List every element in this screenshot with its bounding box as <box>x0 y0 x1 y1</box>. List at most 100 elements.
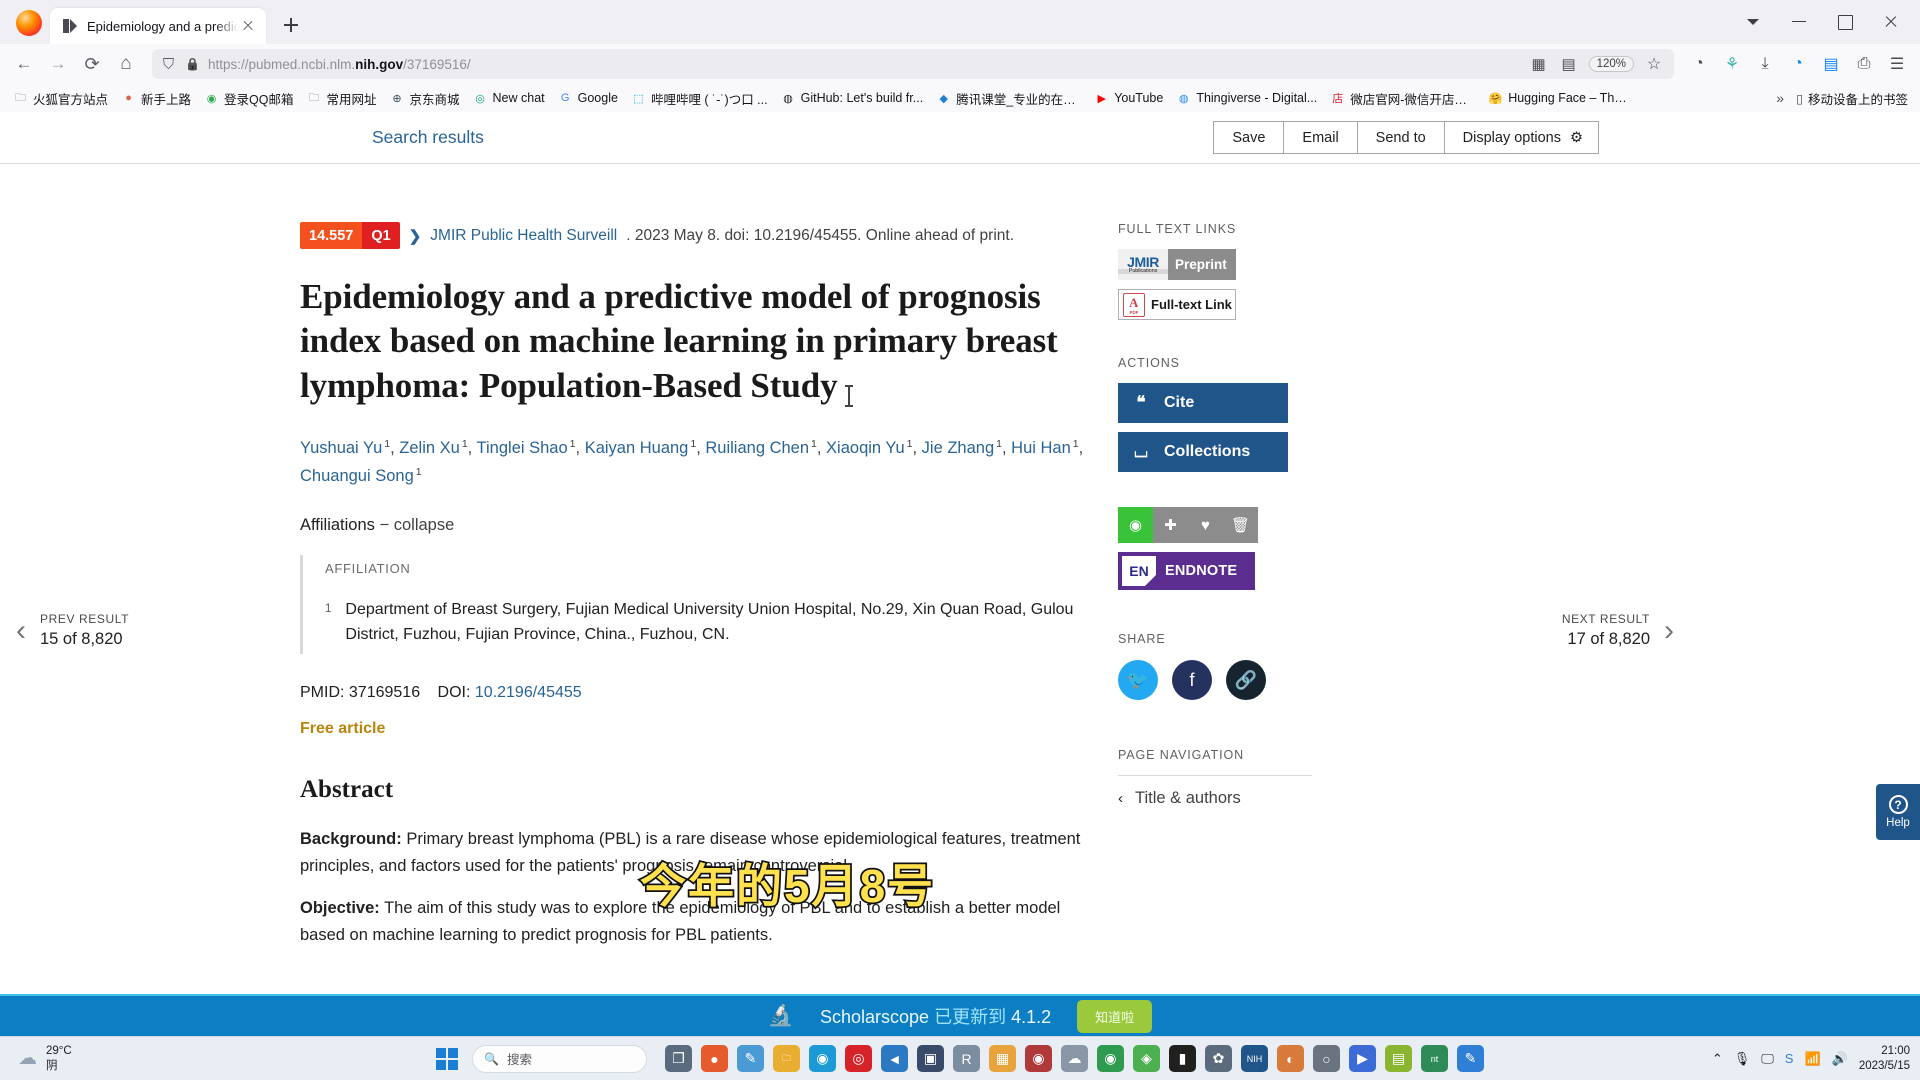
author-link[interactable]: Zelin Xu <box>399 439 460 457</box>
bookmark-item[interactable]: ◍ Thingiverse - Digital... <box>1171 88 1322 109</box>
eye-icon[interactable]: ◉ <box>1118 507 1153 543</box>
account-icon[interactable]: ◔ <box>1783 49 1813 79</box>
taskbar-search-box[interactable]: 🔍 搜索 <box>472 1044 647 1073</box>
wifi-icon[interactable]: 📶 <box>1804 1051 1820 1067</box>
chevron-double-right-icon[interactable]: » <box>1776 90 1784 106</box>
cloud-icon[interactable]: ☁ <box>1061 1045 1088 1072</box>
bookmark-item[interactable]: ◆ 腾讯课堂_专业的在线... <box>931 86 1086 111</box>
save-button[interactable]: Save <box>1213 121 1285 154</box>
prev-result-control[interactable]: ‹ PREV RESULT 15 of 8,820 <box>16 612 129 649</box>
weather-widget[interactable]: ☁ 29°C 阴 <box>0 1044 72 1073</box>
bookmark-item[interactable]: ◍ GitHub: Let's build fr... <box>776 88 929 109</box>
twitter-icon[interactable]: 🐦 <box>1118 660 1158 700</box>
microphone-icon[interactable]: 🎙 <box>1734 1051 1751 1067</box>
endnote-button[interactable]: EN ENDNOTE <box>1118 552 1255 590</box>
heart-icon[interactable]: ♥ <box>1188 507 1223 543</box>
close-icon[interactable] <box>238 16 258 36</box>
nt-icon[interactable]: nt <box>1421 1045 1448 1072</box>
bookmark-item[interactable]: G Google <box>553 88 623 109</box>
jmir-preprint-button[interactable]: JMIR Publications Preprint <box>1118 249 1236 280</box>
author-link[interactable]: Kaiyan Huang <box>585 439 689 457</box>
monitor-icon[interactable]: 🖵 <box>1761 1051 1774 1067</box>
author-link[interactable]: Xiaoqin Yu <box>826 439 905 457</box>
circle-icon[interactable]: ○ <box>1313 1045 1340 1072</box>
doi-link[interactable]: 10.2196/45455 <box>475 684 582 701</box>
author-link[interactable]: Ruiliang Chen <box>705 439 809 457</box>
chevron-left-icon[interactable]: ‹ <box>16 615 26 646</box>
r-studio-icon[interactable]: R <box>953 1045 980 1072</box>
email-button[interactable]: Email <box>1283 121 1358 154</box>
facebook-icon[interactable]: f <box>1172 660 1212 700</box>
trash-icon[interactable]: 🗑 <box>1223 507 1258 543</box>
start-button-icon[interactable] <box>436 1047 458 1070</box>
calculator-icon[interactable]: ▦ <box>989 1045 1016 1072</box>
chrome-icon[interactable]: ◉ <box>1097 1045 1124 1072</box>
save-page-icon[interactable]: ⎙ <box>1849 49 1879 79</box>
obs-icon[interactable]: ▣ <box>917 1045 944 1072</box>
affiliations-collapse-link[interactable]: collapse <box>394 516 455 534</box>
bookmark-item[interactable]: ▶ YouTube <box>1089 88 1168 109</box>
bookmark-item[interactable]: 店微店官网-微信开店用... <box>1325 86 1480 111</box>
bookmark-item[interactable]: ⊕ 京东商城 <box>385 86 465 111</box>
forward-button[interactable] <box>42 49 74 79</box>
bookmark-item[interactable]: ◎ New chat <box>468 88 550 109</box>
video-icon[interactable]: ▶ <box>1349 1045 1376 1072</box>
menu-icon[interactable]: ☰ <box>1882 49 1912 79</box>
bookmark-item[interactable]: ⬚ 哔哩哔哩 ( ˙-˙)つ口 ... <box>626 86 773 111</box>
zoom-level-badge[interactable]: 120% <box>1588 56 1634 72</box>
next-result-control[interactable]: NEXT RESULT 17 of 8,820 › <box>1562 612 1674 649</box>
bookmark-star-icon[interactable] <box>1644 54 1664 74</box>
display-options-button[interactable]: Display options ⚙ <box>1443 121 1599 154</box>
minimize-icon[interactable] <box>1776 6 1822 36</box>
full-text-link-button[interactable]: A PDF Full-text Link <box>1118 289 1236 320</box>
editor-icon[interactable]: ✎ <box>737 1045 764 1072</box>
new-tab-button[interactable] <box>276 10 306 40</box>
vscode-icon[interactable]: ◄ <box>881 1045 908 1072</box>
bookmark-item[interactable]: ● 新手上路 <box>116 86 196 111</box>
jmir-preprint-link[interactable]: JMIR Publications Preprint <box>1118 249 1236 280</box>
chevron-right-icon[interactable]: › <box>1664 615 1674 646</box>
qr-icon[interactable] <box>1529 54 1549 74</box>
list-all-tabs-icon[interactable] <box>1730 6 1776 36</box>
bookmark-item[interactable]: 🗀 火狐官方站点 <box>8 86 113 111</box>
bookmark-item[interactable]: ◉ 登录QQ邮箱 <box>199 86 298 111</box>
firefox-icon[interactable]: ● <box>701 1045 728 1072</box>
shield-icon[interactable] <box>160 56 177 73</box>
back-button[interactable] <box>8 49 40 79</box>
explorer-icon[interactable]: 🗀 <box>773 1045 800 1072</box>
mobile-bookmarks-item[interactable]: ▯ 移动设备上的书签 <box>1796 89 1908 108</box>
bookmark-item[interactable]: 🗀 常用网址 <box>301 86 381 111</box>
history-icon[interactable]: ◔ <box>1684 49 1714 79</box>
help-tab-button[interactable]: ? Help <box>1876 784 1920 840</box>
notes-icon[interactable]: ✎ <box>1457 1045 1484 1072</box>
reload-button[interactable] <box>76 49 108 79</box>
link-icon[interactable]: 🔗 <box>1226 660 1266 700</box>
window-close-icon[interactable] <box>1868 6 1914 36</box>
maps-icon[interactable]: ◈ <box>1133 1045 1160 1072</box>
nih-icon[interactable]: NIH <box>1241 1045 1268 1072</box>
downloads-icon[interactable]: ⤓ <box>1750 49 1780 79</box>
page-nav-item-title-authors[interactable]: ‹ Title & authors <box>1118 775 1312 821</box>
lock-icon[interactable] <box>184 56 201 73</box>
author-link[interactable]: Hui Han <box>1011 439 1071 457</box>
cite-button[interactable]: ❝ Cite <box>1118 383 1288 423</box>
chevron-up-icon[interactable]: ⌃ <box>1712 1051 1723 1067</box>
extension-puzzle-icon[interactable]: ⚘ <box>1717 49 1747 79</box>
maximize-icon[interactable] <box>1822 6 1868 36</box>
task-view-icon[interactable]: ❐ <box>665 1045 692 1072</box>
taskbar-clock[interactable]: 21:00 2023/5/15 <box>1859 1044 1910 1073</box>
sogou-icon[interactable]: S <box>1785 1051 1794 1066</box>
bookmark-item[interactable]: 🤗 Hugging Face – The ... <box>1483 88 1638 109</box>
send-to-button[interactable]: Send to <box>1356 121 1445 154</box>
author-affiliation-ref[interactable]: 1 <box>416 466 422 478</box>
opera-icon[interactable]: ◎ <box>845 1045 872 1072</box>
media-icon[interactable]: ◐ <box>1277 1045 1304 1072</box>
affiliations-toggle[interactable]: Affiliations − collapse <box>300 516 1090 535</box>
banner-dismiss-button[interactable]: 知道啦 <box>1077 999 1153 1033</box>
terminal-icon[interactable]: ▮ <box>1169 1045 1196 1072</box>
journal-link[interactable]: JMIR Public Health Surveill <box>430 227 617 245</box>
author-link[interactable]: Yushuai Yu <box>300 439 382 457</box>
author-link[interactable]: Jie Zhang <box>922 439 994 457</box>
volume-icon[interactable]: 🔊 <box>1832 1051 1848 1067</box>
zotero-icon[interactable]: ◉ <box>1025 1045 1052 1072</box>
